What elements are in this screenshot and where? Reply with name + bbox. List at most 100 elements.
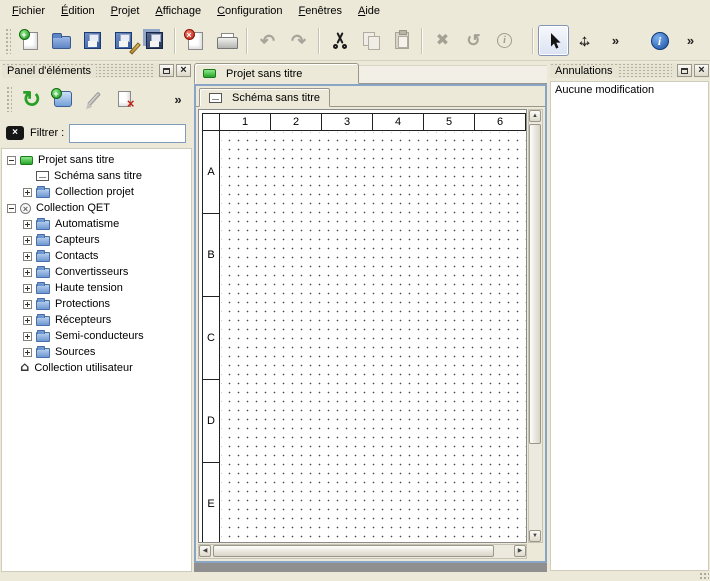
save-button[interactable] [77,25,108,56]
toolbar-handle[interactable] [6,86,12,112]
cut-button[interactable] [324,25,355,56]
collapse-expander-icon[interactable] [7,156,16,165]
toolbar-overflow-button[interactable] [600,25,631,56]
print-button[interactable] [211,25,242,56]
open-project-button[interactable] [46,25,77,56]
save-all-button[interactable] [139,25,170,56]
dock-title-bar[interactable]: Panel d'éléments [2,63,191,78]
tree-item-convertisseurs[interactable]: Convertisseurs [2,264,191,280]
tree-item-recepteurs[interactable]: Récepteurs [2,312,191,328]
toolbar-overflow-button-2[interactable] [675,25,706,56]
filter-input[interactable] [69,124,186,143]
tree-item-capteurs[interactable]: Capteurs [2,232,191,248]
row-label: A [203,131,219,214]
save-as-button[interactable] [108,25,139,56]
menu-aide[interactable]: Aide [350,2,388,20]
schema-canvas[interactable]: 1 2 3 4 5 6 A B C D E [198,109,527,543]
expand-expander-icon[interactable] [23,188,32,197]
tree-item-collection-projet[interactable]: Collection projet [2,184,191,200]
new-document-button[interactable] [15,25,46,56]
element-info-button[interactable] [489,25,520,56]
dock-float-button[interactable] [159,64,174,77]
menu-affichage[interactable]: Affichage [147,2,209,20]
tree-item-schema-sans-titre[interactable]: Schéma sans titre [2,168,191,184]
redo-button[interactable] [283,25,314,56]
copy-button[interactable] [355,25,386,56]
reload-collections-button[interactable] [16,84,47,115]
overflow-chevron-icon [604,29,628,53]
move-view-button[interactable] [569,25,600,56]
overflow-chevron-icon [679,29,703,53]
menu-configuration[interactable]: Configuration [209,2,290,20]
scroll-down-button[interactable] [529,530,541,542]
expand-expander-icon[interactable] [23,268,32,277]
vertical-scrollbar[interactable] [528,109,543,543]
info-button[interactable] [644,25,675,56]
select-pointer-button[interactable] [538,25,569,56]
toolbar-handle[interactable] [5,28,11,54]
float-icon [163,68,170,74]
folder-icon [36,300,50,310]
tree-item-sources[interactable]: Sources [2,344,191,360]
folder-icon [36,348,50,358]
project-subwindow: Schéma sans titre 1 2 3 4 5 6 [194,84,547,563]
expand-expander-icon[interactable] [23,220,32,229]
tree-item-haute-tension[interactable]: Haute tension [2,280,191,296]
expand-expander-icon[interactable] [23,332,32,341]
expand-expander-icon[interactable] [23,300,32,309]
cursor-arrow-icon [542,29,566,53]
rotate-button[interactable] [458,25,489,56]
delete-element-button[interactable] [109,84,140,115]
horizontal-scroll-thumb[interactable] [213,545,494,557]
new-document-icon [19,29,43,53]
home-icon [20,362,29,374]
scroll-left-button[interactable] [199,545,211,557]
tree-item-projet-sans-titre[interactable]: Projet sans titre [2,152,191,168]
tree-item-collection-utilisateur[interactable]: Collection utilisateur [2,360,191,376]
tab-projet-sans-titre[interactable]: Projet sans titre [194,63,359,84]
expand-expander-icon[interactable] [23,348,32,357]
resize-grip-icon[interactable] [699,572,709,580]
scroll-right-button[interactable] [514,545,526,557]
scissors-icon [328,29,352,53]
tree-item-contacts[interactable]: Contacts [2,248,191,264]
tree-item-automatisme[interactable]: Automatisme [2,216,191,232]
menu-bar: Fichier Édition Projet Affichage Configu… [0,0,710,21]
new-element-button[interactable] [47,84,78,115]
menu-projet[interactable]: Projet [103,2,148,20]
undo-history-list[interactable]: Aucune modification [550,81,709,571]
expand-expander-icon[interactable] [23,252,32,261]
expand-expander-icon[interactable] [23,284,32,293]
menu-fenetres[interactable]: Fenêtres [291,2,350,20]
tree-item-protections[interactable]: Protections [2,296,191,312]
menu-edition[interactable]: Édition [53,2,103,20]
folder-icon [36,268,50,278]
scroll-up-button[interactable] [529,110,541,122]
tab-schema-sans-titre[interactable]: Schéma sans titre [199,88,330,107]
toolbar-separator [246,28,248,54]
tree-item-semi-conducteurs[interactable]: Semi-conducteurs [2,328,191,344]
dock-close-button[interactable] [176,64,191,77]
dock-title: Panel d'éléments [2,65,96,77]
close-project-button[interactable] [180,25,211,56]
horizontal-scrollbar[interactable] [198,544,527,559]
tree-item-label: Convertisseurs [55,266,128,278]
vertical-scroll-thumb[interactable] [529,124,541,444]
dock-title-bar[interactable]: Annulations [550,63,709,78]
expand-expander-icon[interactable] [23,236,32,245]
expand-expander-icon[interactable] [23,316,32,325]
clipboard-icon [390,29,414,53]
schema-tab-label: Schéma sans titre [232,92,320,104]
dock-float-button[interactable] [677,64,692,77]
collapse-expander-icon[interactable] [7,204,16,213]
elements-overflow-button[interactable] [168,84,188,115]
tree-item-collection-qet[interactable]: Collection QET [2,200,191,216]
edit-element-button[interactable] [78,84,109,115]
clear-filter-icon[interactable] [6,126,24,140]
paste-button[interactable] [386,25,417,56]
dock-close-button[interactable] [694,64,709,77]
undo-button[interactable] [252,25,283,56]
delete-button[interactable] [427,25,458,56]
menu-fichier[interactable]: Fichier [4,2,53,20]
folder-icon [36,188,50,198]
